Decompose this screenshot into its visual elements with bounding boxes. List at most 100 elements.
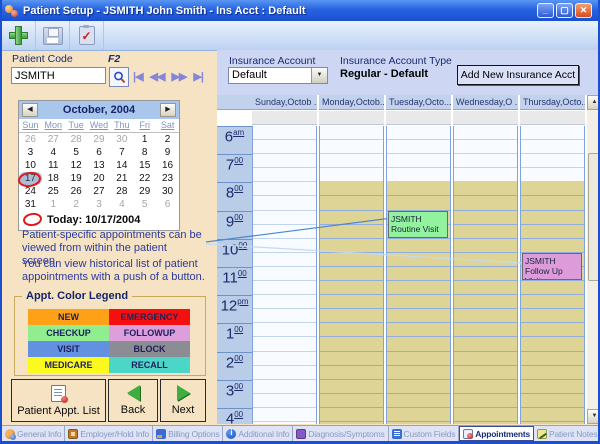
time-slot[interactable] xyxy=(454,140,517,154)
calendar-day[interactable]: 1 xyxy=(133,133,156,146)
time-slot[interactable] xyxy=(253,267,316,281)
calendar-day[interactable]: 29 xyxy=(88,133,111,146)
time-slot[interactable] xyxy=(521,239,584,253)
time-slot[interactable] xyxy=(320,225,383,239)
time-slot[interactable] xyxy=(253,309,316,323)
tab-employer-hold-info[interactable]: Employer/Hold Info xyxy=(65,426,153,441)
time-slot[interactable] xyxy=(320,323,383,337)
time-slot[interactable] xyxy=(521,352,584,366)
calendar-day[interactable]: 29 xyxy=(133,185,156,198)
tab-billing-options[interactable]: Billing Options xyxy=(153,426,223,441)
calendar-next-month-button[interactable]: ▶ xyxy=(160,103,176,117)
time-slot[interactable] xyxy=(454,380,517,394)
time-slot[interactable] xyxy=(454,154,517,168)
patient-search-button[interactable] xyxy=(109,67,129,87)
schedule-scrollbar[interactable]: ▲ ▼ xyxy=(587,95,600,424)
time-slot[interactable] xyxy=(521,126,584,140)
time-slot[interactable] xyxy=(253,337,316,351)
dropdown-arrow-icon[interactable]: ▼ xyxy=(311,68,327,83)
time-slot[interactable] xyxy=(521,140,584,154)
calendar-today-row[interactable]: Today: 10/17/2004 xyxy=(19,211,179,230)
calendar-prev-month-button[interactable]: ◀ xyxy=(22,103,38,117)
tab-patient-notes[interactable]: Patient Notes xyxy=(534,426,600,441)
time-slot[interactable] xyxy=(320,422,383,424)
time-slot[interactable] xyxy=(253,281,316,295)
time-slot[interactable] xyxy=(253,253,316,267)
calendar-day[interactable]: 6 xyxy=(156,198,179,211)
time-slot[interactable] xyxy=(387,380,450,394)
time-slot[interactable] xyxy=(521,394,584,408)
time-slot[interactable] xyxy=(521,408,584,422)
time-slot[interactable] xyxy=(320,366,383,380)
time-slot[interactable] xyxy=(387,267,450,281)
title-bar[interactable]: Patient Setup - JSMITH John Smith - Ins … xyxy=(0,0,600,21)
time-slot[interactable] xyxy=(320,394,383,408)
time-slot[interactable] xyxy=(454,422,517,424)
time-slot[interactable] xyxy=(521,337,584,351)
calendar-day[interactable]: 26 xyxy=(65,185,88,198)
calendar-day[interactable]: 20 xyxy=(88,172,111,185)
calendar-day-selected[interactable]: 17 xyxy=(19,172,42,185)
time-slot[interactable] xyxy=(521,225,584,239)
time-slot[interactable] xyxy=(521,422,584,424)
time-slot[interactable] xyxy=(387,168,450,182)
close-button[interactable]: ✕ xyxy=(575,3,592,18)
time-slot[interactable] xyxy=(253,140,316,154)
time-slot[interactable] xyxy=(454,211,517,225)
calendar-day[interactable]: 21 xyxy=(110,172,133,185)
time-slot[interactable] xyxy=(320,309,383,323)
back-button[interactable]: Back xyxy=(108,379,158,422)
time-slot[interactable] xyxy=(253,408,316,422)
scrollbar-thumb[interactable] xyxy=(588,153,600,281)
time-slot[interactable] xyxy=(320,337,383,351)
time-slot[interactable] xyxy=(253,366,316,380)
time-slot[interactable] xyxy=(253,239,316,253)
calendar-day[interactable]: 5 xyxy=(133,198,156,211)
patient-code-input[interactable] xyxy=(11,67,106,84)
calendar-day[interactable]: 4 xyxy=(42,146,65,159)
time-slot[interactable] xyxy=(320,140,383,154)
calendar-day[interactable]: 7 xyxy=(110,146,133,159)
time-slot[interactable] xyxy=(454,281,517,295)
time-slot[interactable] xyxy=(320,168,383,182)
time-slot[interactable] xyxy=(521,281,584,295)
time-slot[interactable] xyxy=(253,168,316,182)
time-slot[interactable] xyxy=(253,225,316,239)
time-slot[interactable] xyxy=(387,337,450,351)
time-slot[interactable] xyxy=(253,154,316,168)
tab-appointments[interactable]: Appointments xyxy=(459,426,534,441)
calendar-day[interactable]: 2 xyxy=(65,198,88,211)
tab-custom-fields[interactable]: Custom Fields xyxy=(389,426,460,441)
calendar-day[interactable]: 14 xyxy=(110,159,133,172)
time-slot[interactable] xyxy=(454,239,517,253)
time-slot[interactable] xyxy=(387,154,450,168)
time-slot[interactable] xyxy=(253,196,316,210)
time-slot[interactable] xyxy=(387,366,450,380)
calendar-day[interactable]: 27 xyxy=(88,185,111,198)
time-slot[interactable] xyxy=(387,196,450,210)
calendar-day[interactable]: 12 xyxy=(65,159,88,172)
time-slot[interactable] xyxy=(454,126,517,140)
time-slot[interactable] xyxy=(387,281,450,295)
calendar-day[interactable]: 8 xyxy=(133,146,156,159)
time-slot[interactable] xyxy=(387,422,450,424)
time-slot[interactable] xyxy=(454,408,517,422)
time-slot[interactable] xyxy=(454,253,517,267)
first-record-button[interactable]: |◀ xyxy=(133,70,143,83)
calendar-day[interactable]: 10 xyxy=(19,159,42,172)
time-slot[interactable] xyxy=(320,295,383,309)
time-slot[interactable] xyxy=(387,394,450,408)
time-slot[interactable] xyxy=(320,408,383,422)
add-new-insurance-button[interactable]: Add New Insurance Acct xyxy=(457,65,579,85)
all-day-cell[interactable] xyxy=(453,111,518,125)
calendar-day[interactable]: 28 xyxy=(65,133,88,146)
calendar-day[interactable]: 27 xyxy=(42,133,65,146)
time-slot[interactable] xyxy=(454,352,517,366)
tab-diagnosis-symptoms[interactable]: Diagnosis/Symptoms xyxy=(293,426,388,441)
time-slot[interactable] xyxy=(454,295,517,309)
tab-general-info[interactable]: General Info xyxy=(2,426,65,441)
time-slot[interactable] xyxy=(320,154,383,168)
calendar-day[interactable]: 16 xyxy=(156,159,179,172)
last-record-button[interactable]: ▶| xyxy=(193,70,203,83)
maximize-button[interactable]: ▢ xyxy=(556,3,573,18)
